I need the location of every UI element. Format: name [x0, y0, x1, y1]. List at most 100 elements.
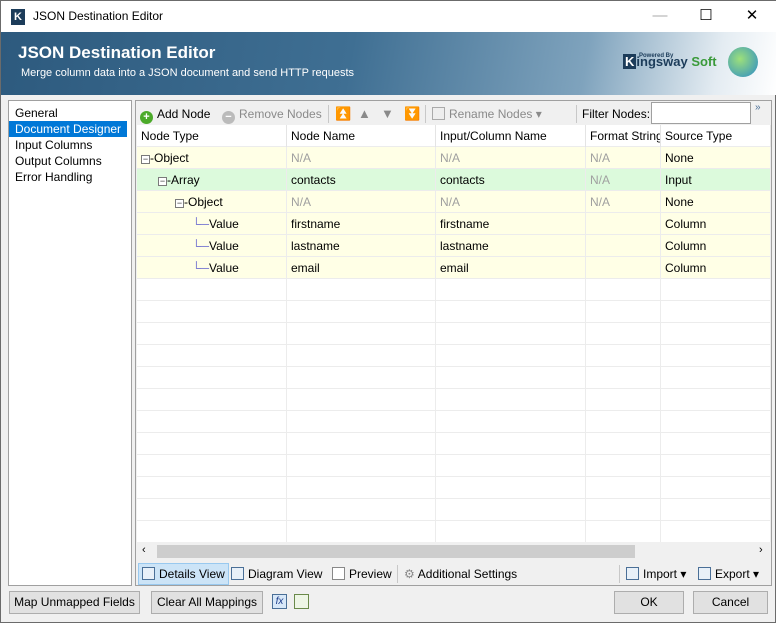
document-designer-panel: + Add Node − Remove Nodes ⏫ ▲ ▼ ⏬ Rename N… [135, 100, 772, 586]
cell-node-type [137, 499, 287, 521]
cell-node-type[interactable]: − -Array [137, 169, 287, 191]
import-button[interactable]: Import ▾ [626, 563, 686, 585]
cell-node-type[interactable]: └─Value [137, 257, 287, 279]
cell-node-name[interactable]: firstname [287, 213, 436, 235]
close-button[interactable]: ✕ [737, 5, 767, 27]
cell-format-string [586, 367, 661, 389]
collapse-icon[interactable]: − [158, 177, 167, 186]
cell-source-type[interactable]: None [661, 191, 771, 213]
cell-source-type[interactable]: None [661, 147, 771, 169]
column-header-input-column[interactable]: Input/Column Name [436, 125, 586, 147]
cell-source-type [661, 477, 771, 499]
cell-node-type[interactable]: └─Value [137, 213, 287, 235]
scroll-left-icon[interactable]: ‹ [142, 544, 146, 556]
cell-source-type[interactable]: Input [661, 169, 771, 191]
collapse-icon[interactable]: − [141, 155, 150, 164]
cell-node-type[interactable]: − -Object [137, 191, 287, 213]
cell-input-column[interactable]: N/A [436, 191, 586, 213]
cell-format-string[interactable] [586, 235, 661, 257]
cell-format-string[interactable]: N/A [586, 169, 661, 191]
diagram-view-tab[interactable]: Diagram View [231, 563, 322, 585]
nav-general[interactable]: General [9, 105, 131, 121]
table-row[interactable]: └─Value firstname firstname Column [137, 213, 771, 235]
cell-format-string[interactable] [586, 213, 661, 235]
column-header-format-string[interactable]: Format String [586, 125, 661, 147]
table-row[interactable]: − -Array contacts contacts N/A Input [137, 169, 771, 191]
scroll-right-icon[interactable]: › [759, 544, 763, 556]
move-up-icon[interactable]: ▲ [358, 103, 371, 125]
cell-format-string [586, 521, 661, 542]
table-row[interactable]: └─Value email email Column [137, 257, 771, 279]
empty-row [137, 345, 771, 367]
filter-nodes-input[interactable] [651, 102, 751, 124]
overflow-chevron-icon[interactable]: » [755, 101, 761, 123]
move-down-icon[interactable]: ▼ [381, 103, 394, 125]
cell-input-column[interactable]: firstname [436, 213, 586, 235]
horizontal-scrollbar[interactable]: ‹ › [137, 543, 771, 560]
preview-tab[interactable]: Preview [332, 563, 392, 585]
rename-nodes-button[interactable]: Rename Nodes ▾ [432, 103, 542, 125]
additional-settings-button[interactable]: ⚙ Additional Settings [404, 563, 517, 585]
collapse-icon[interactable]: − [175, 199, 184, 208]
cell-node-name [287, 367, 436, 389]
nav-output-columns[interactable]: Output Columns [9, 153, 131, 169]
cell-format-string [586, 455, 661, 477]
cell-input-column[interactable]: contacts [436, 169, 586, 191]
cell-format-string[interactable] [586, 257, 661, 279]
cell-node-name[interactable]: N/A [287, 191, 436, 213]
scrollbar-thumb[interactable] [157, 545, 635, 558]
nav-document-designer[interactable]: Document Designer [9, 121, 128, 137]
cell-node-type [137, 367, 287, 389]
cell-node-type [137, 279, 287, 301]
cell-input-column [436, 521, 586, 542]
details-view-icon [142, 567, 155, 580]
cell-input-column [436, 455, 586, 477]
cancel-button[interactable]: Cancel [693, 591, 768, 614]
cell-input-column [436, 389, 586, 411]
cell-node-name[interactable]: lastname [287, 235, 436, 257]
maximize-button[interactable]: ☐ [691, 5, 721, 27]
cell-source-type[interactable]: Column [661, 235, 771, 257]
remove-nodes-button[interactable]: − Remove Nodes [222, 103, 322, 125]
table-row[interactable]: − -Object N/A N/A N/A None [137, 191, 771, 213]
cell-format-string[interactable]: N/A [586, 191, 661, 213]
details-view-tab[interactable]: Details View [138, 563, 229, 585]
clear-all-mappings-button[interactable]: Clear All Mappings [151, 591, 263, 614]
diagram-view-icon [231, 567, 244, 580]
export-button[interactable]: Export ▾ [698, 563, 759, 585]
table-row[interactable]: └─Value lastname lastname Column [137, 235, 771, 257]
banner-title: JSON Destination Editor [18, 43, 216, 62]
expression-fx-icon[interactable]: fx [272, 594, 287, 609]
import-icon [626, 567, 639, 580]
cell-source-type[interactable]: Column [661, 213, 771, 235]
column-header-source-type[interactable]: Source Type [661, 125, 771, 147]
cell-node-name[interactable]: email [287, 257, 436, 279]
column-header-node-name[interactable]: Node Name [287, 125, 436, 147]
cell-input-column[interactable]: email [436, 257, 586, 279]
map-unmapped-fields-button[interactable]: Map Unmapped Fields [9, 591, 140, 614]
variables-icon[interactable] [294, 594, 309, 609]
cell-input-column [436, 323, 586, 345]
column-header-node-type[interactable]: Node Type [137, 125, 287, 147]
ok-button[interactable]: OK [614, 591, 684, 614]
cell-source-type[interactable]: Column [661, 257, 771, 279]
cell-node-name[interactable]: N/A [287, 147, 436, 169]
cell-input-column[interactable]: lastname [436, 235, 586, 257]
cell-node-type [137, 455, 287, 477]
cell-input-column[interactable]: N/A [436, 147, 586, 169]
minus-icon: − [222, 111, 235, 124]
empty-row [137, 301, 771, 323]
cell-node-type[interactable]: └─Value [137, 235, 287, 257]
move-top-button[interactable]: ⏫ [335, 103, 351, 125]
node-type-label: Array [171, 173, 200, 187]
cell-format-string[interactable]: N/A [586, 147, 661, 169]
cell-node-type[interactable]: − -Object [137, 147, 287, 169]
nav-input-columns[interactable]: Input Columns [9, 137, 131, 153]
node-type-label: Value [209, 261, 239, 275]
table-row[interactable]: − -Object N/A N/A N/A None [137, 147, 771, 169]
move-bottom-button[interactable]: ⏬ [404, 103, 420, 125]
add-node-button[interactable]: + Add Node [140, 103, 210, 125]
cell-node-name[interactable]: contacts [287, 169, 436, 191]
nav-error-handling[interactable]: Error Handling [9, 169, 131, 185]
minimize-button[interactable]: — [645, 5, 675, 27]
